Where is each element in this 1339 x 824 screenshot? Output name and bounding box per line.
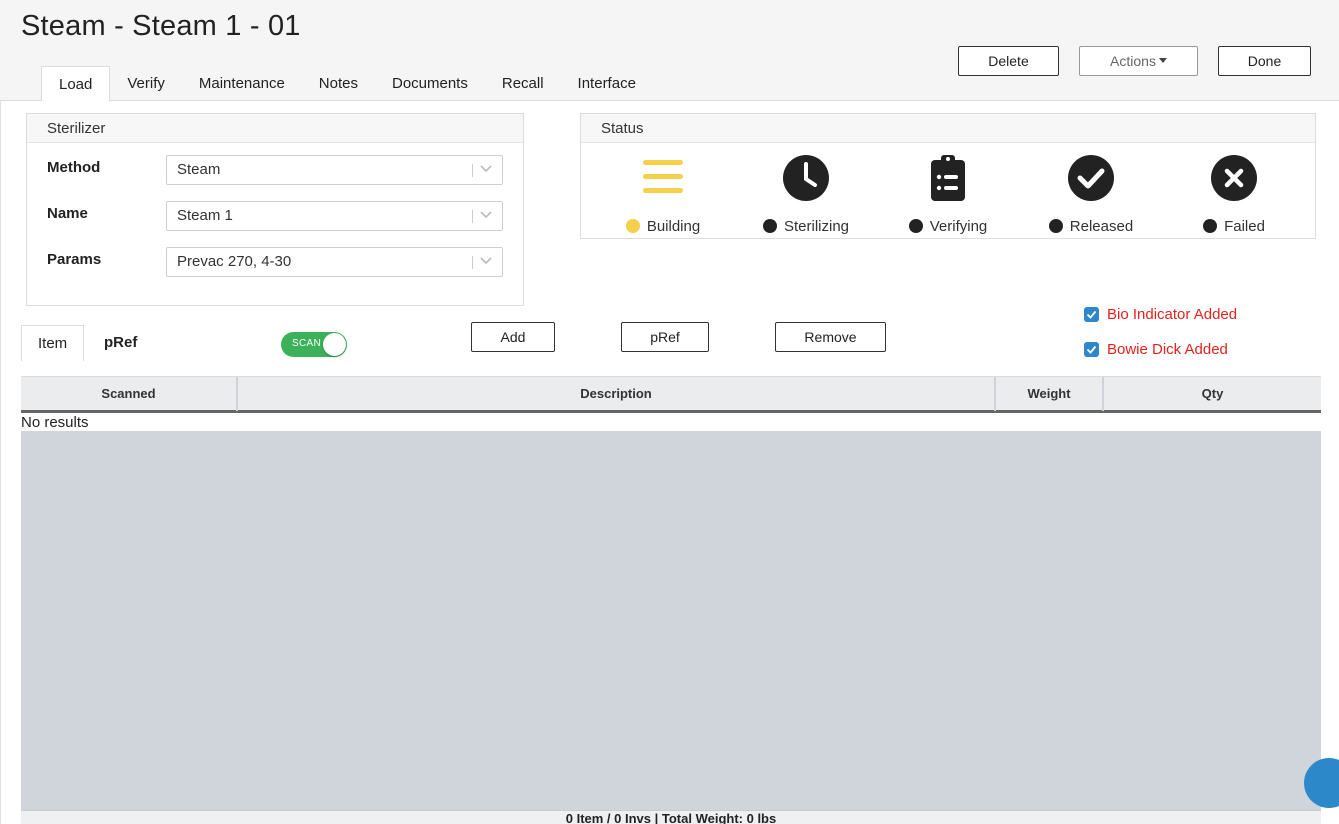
select-separator — [472, 256, 473, 269]
status-label-sterilizing: Sterilizing — [783, 218, 850, 235]
no-results-text: No results — [21, 414, 89, 431]
status-panel-title: Status — [581, 114, 1315, 143]
sterilizer-panel-title: Sterilizer — [27, 114, 523, 143]
delete-button[interactable]: Delete — [958, 46, 1059, 76]
select-separator — [472, 210, 473, 223]
page-title: Steam - Steam 1 - 01 — [21, 10, 301, 42]
tab-recall[interactable]: Recall — [485, 66, 561, 101]
status-label-building: Building — [646, 218, 701, 235]
table-footer-summary: 0 Item / 0 Invs | Total Weight: 0 lbs — [21, 810, 1321, 824]
tab-notes[interactable]: Notes — [302, 66, 375, 101]
bio-indicator-label: Bio Indicator Added — [1107, 306, 1238, 323]
column-header-weight[interactable]: Weight — [996, 377, 1104, 411]
name-select[interactable]: Steam 1 — [166, 201, 503, 231]
pref-button[interactable]: pRef — [621, 322, 709, 352]
column-header-scanned[interactable]: Scanned — [21, 377, 238, 411]
status-label-released: Released — [1069, 218, 1134, 235]
items-table: Scanned Description Weight Qty — [21, 376, 1321, 413]
method-value: Steam — [177, 161, 221, 178]
chevron-down-icon — [480, 211, 492, 219]
subtab-pref[interactable]: pRef — [104, 325, 137, 361]
name-label: Name — [47, 205, 88, 222]
status-dot — [1203, 219, 1218, 233]
method-label: Method — [47, 159, 101, 176]
tab-interface[interactable]: Interface — [561, 66, 653, 101]
checkbox-checked-icon — [1084, 342, 1099, 357]
remove-button[interactable]: Remove — [775, 322, 886, 352]
chevron-down-icon — [480, 165, 492, 173]
column-header-description[interactable]: Description — [238, 377, 996, 411]
status-panel: Status Building Sterilizing Verifying Re… — [580, 113, 1316, 239]
status-dot — [908, 219, 923, 233]
x-circle-icon — [1211, 155, 1257, 201]
checkbox-checked-icon — [1084, 307, 1099, 322]
chevron-down-icon — [480, 257, 492, 265]
done-button[interactable]: Done — [1218, 46, 1311, 76]
status-dot — [625, 219, 640, 233]
params-select[interactable]: Prevac 270, 4-30 — [166, 247, 503, 277]
actions-dropdown-button[interactable]: Actions — [1079, 46, 1198, 76]
method-select[interactable]: Steam — [166, 155, 503, 185]
tab-load[interactable]: Load — [41, 66, 111, 102]
list-icon — [643, 160, 683, 193]
tab-bar: Load Verify Maintenance Notes Documents … — [41, 66, 653, 102]
name-value: Steam 1 — [177, 207, 233, 224]
table-body — [21, 431, 1321, 810]
sterilizer-panel: Sterilizer Method Steam Name Steam 1 Par… — [26, 113, 524, 306]
toggle-knob — [323, 333, 346, 356]
status-dot — [762, 219, 777, 233]
scan-toggle-label: SCAN — [292, 338, 321, 349]
header-bar: Steam - Steam 1 - 01 Load Verify Mainten… — [0, 0, 1339, 102]
params-value: Prevac 270, 4-30 — [177, 253, 292, 270]
column-header-qty[interactable]: Qty — [1104, 377, 1321, 411]
actions-label: Actions — [1110, 53, 1156, 69]
clipboard-icon — [931, 155, 965, 201]
add-button[interactable]: Add — [471, 322, 555, 352]
status-dot — [1048, 219, 1063, 233]
caret-down-icon — [1158, 58, 1167, 64]
tab-maintenance[interactable]: Maintenance — [182, 66, 302, 101]
subtab-item[interactable]: Item — [21, 325, 85, 361]
bowie-dick-label: Bowie Dick Added — [1107, 341, 1228, 358]
status-label-failed: Failed — [1224, 218, 1265, 235]
tab-documents[interactable]: Documents — [375, 66, 485, 101]
status-label-verifying: Verifying — [929, 218, 988, 235]
clock-icon — [783, 155, 829, 201]
tab-verify[interactable]: Verify — [110, 66, 182, 101]
scan-toggle[interactable]: SCAN — [281, 332, 347, 357]
select-separator — [472, 164, 473, 177]
params-label: Params — [47, 251, 102, 268]
table-header: Scanned Description Weight Qty — [21, 376, 1321, 413]
check-circle-icon — [1068, 155, 1114, 201]
